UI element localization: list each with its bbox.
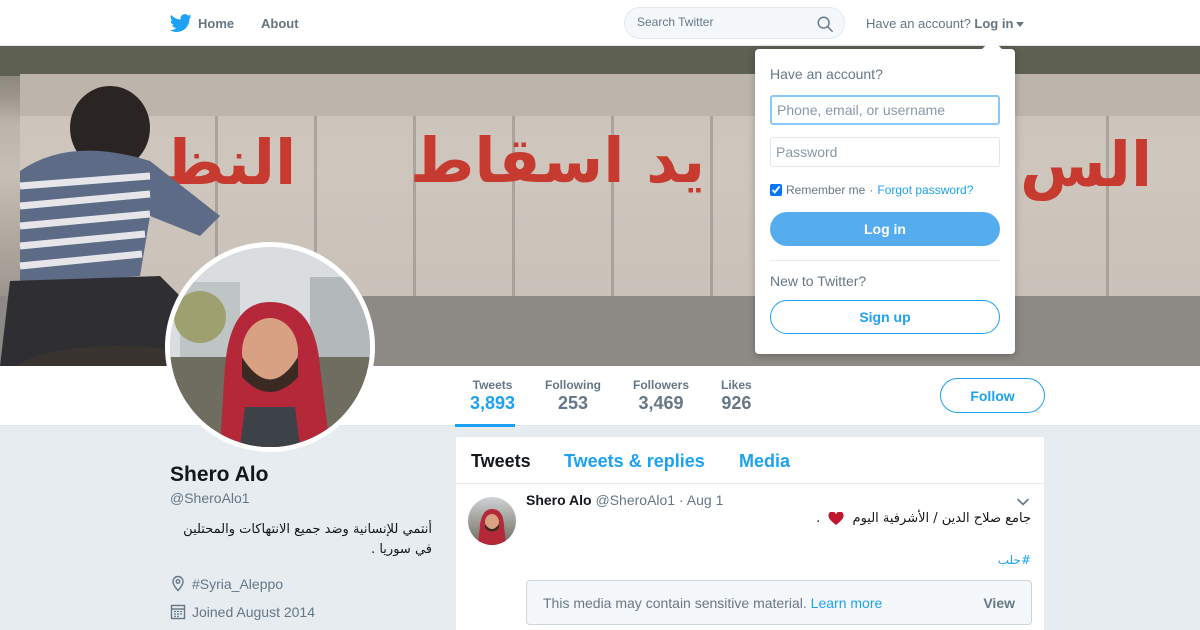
view-media-button[interactable]: View bbox=[983, 595, 1015, 611]
search-box[interactable] bbox=[624, 7, 845, 39]
password-field[interactable] bbox=[770, 137, 1000, 167]
stat-tweets[interactable]: Tweets 3,893 bbox=[455, 378, 516, 427]
nav-about[interactable]: About bbox=[261, 16, 299, 31]
profile-location-text[interactable]: #Syria_Aleppo bbox=[192, 576, 283, 592]
profile-joined-text: Joined August 2014 bbox=[192, 603, 315, 620]
nav-home[interactable]: Home bbox=[170, 12, 234, 34]
stat-followers[interactable]: Followers 3,469 bbox=[633, 378, 689, 414]
new-to-twitter-text: New to Twitter? bbox=[770, 273, 867, 289]
search-icon[interactable] bbox=[816, 15, 834, 33]
tab-media[interactable]: Media bbox=[739, 451, 790, 472]
avatar-illustration bbox=[170, 247, 370, 447]
tweet-avatar[interactable] bbox=[468, 497, 516, 545]
banner-graffiti-mid: يد اسقاط bbox=[410, 124, 706, 197]
location-pin-icon bbox=[172, 575, 184, 592]
tweet-author[interactable]: Shero Alo bbox=[526, 492, 592, 508]
banner-graffiti-right: الس bbox=[1020, 128, 1153, 201]
nav-home-label: Home bbox=[198, 15, 235, 31]
profile-location: #Syria_Aleppo bbox=[170, 575, 283, 592]
chevron-down-icon[interactable] bbox=[1016, 495, 1030, 509]
login-button[interactable]: Log in bbox=[770, 212, 1000, 246]
stat-following[interactable]: Following 253 bbox=[545, 378, 601, 414]
remember-separator: · bbox=[869, 183, 874, 197]
profile-handle[interactable]: @SheroAlo1 bbox=[170, 490, 250, 506]
tab-tweets-replies[interactable]: Tweets & replies bbox=[564, 451, 705, 472]
tweet-text-body: جامع صلاح الدين / الأشرفية اليوم bbox=[852, 511, 1031, 526]
remember-me-checkbox[interactable] bbox=[770, 184, 782, 196]
username-field[interactable] bbox=[770, 95, 1000, 125]
caret-down-icon[interactable] bbox=[1016, 22, 1025, 28]
remember-me-label[interactable]: Remember me bbox=[786, 183, 865, 197]
avatar-photo bbox=[170, 247, 370, 447]
remember-row: Remember me · Forgot password? bbox=[770, 183, 973, 197]
tweet-hashtag[interactable]: #حلب bbox=[526, 553, 1031, 567]
profile-joined: Joined August 2014 bbox=[170, 603, 315, 620]
follow-button[interactable]: Follow bbox=[940, 378, 1045, 413]
stat-label: Followers bbox=[633, 378, 690, 392]
twitter-bird-icon bbox=[170, 14, 192, 32]
stat-likes[interactable]: Likes 926 bbox=[721, 378, 752, 414]
learn-more-link[interactable]: Learn more bbox=[811, 595, 883, 611]
banner-trees bbox=[0, 46, 1200, 76]
profile-avatar[interactable] bbox=[165, 242, 375, 452]
stat-label: Tweets bbox=[472, 378, 513, 392]
stat-value: 3,469 bbox=[638, 393, 684, 413]
tweet-text-punct: . bbox=[816, 511, 821, 526]
sensitive-message: This media may contain sensitive materia… bbox=[543, 595, 882, 611]
sensitive-message-text: This media may contain sensitive materia… bbox=[543, 595, 807, 611]
search-input[interactable] bbox=[637, 15, 807, 29]
tab-tweets[interactable]: Tweets bbox=[471, 451, 531, 472]
have-account-text: Have an account? bbox=[866, 16, 971, 31]
tweet-handle[interactable]: @SheroAlo1 bbox=[596, 492, 676, 508]
stat-label: Likes bbox=[721, 378, 752, 392]
tweet-text: جامع صلاح الدين / الأشرفية اليوم . bbox=[526, 510, 1031, 526]
account-menu: Have an account? Log in bbox=[866, 16, 1025, 31]
active-underline bbox=[455, 424, 515, 427]
login-dropdown: Have an account? Remember me · Forgot pa… bbox=[755, 39, 1015, 354]
timeline-tabs: Tweets Tweets & replies Media bbox=[456, 437, 1044, 484]
signup-button[interactable]: Sign up bbox=[770, 300, 1000, 334]
tweet-header: Shero Alo @SheroAlo1 · Aug 1 bbox=[526, 492, 723, 508]
heart-icon bbox=[828, 510, 844, 525]
profile-bio: أنتمي للإنسانية وضد جميع الانتهاكات والم… bbox=[183, 522, 432, 557]
top-navigation: Home About Have an account? Log in bbox=[0, 0, 1200, 46]
tweet-avatar-illustration bbox=[478, 509, 506, 545]
calendar-icon bbox=[170, 604, 186, 620]
login-menu-toggle[interactable]: Log in bbox=[974, 16, 1013, 31]
sensitive-media-warning: This media may contain sensitive materia… bbox=[526, 580, 1032, 625]
stat-label: Following bbox=[545, 378, 601, 392]
dropdown-divider bbox=[770, 260, 1000, 261]
dropdown-question: Have an account? bbox=[770, 66, 883, 82]
forgot-password-link[interactable]: Forgot password? bbox=[877, 183, 973, 197]
stat-value: 3,893 bbox=[470, 393, 516, 413]
stat-value: 926 bbox=[721, 393, 752, 413]
tweet-date[interactable]: · Aug 1 bbox=[679, 492, 723, 508]
timeline: Tweets Tweets & replies Media Shero Alo … bbox=[456, 437, 1044, 630]
stat-value: 253 bbox=[557, 393, 589, 413]
profile-name[interactable]: Shero Alo bbox=[170, 463, 268, 487]
